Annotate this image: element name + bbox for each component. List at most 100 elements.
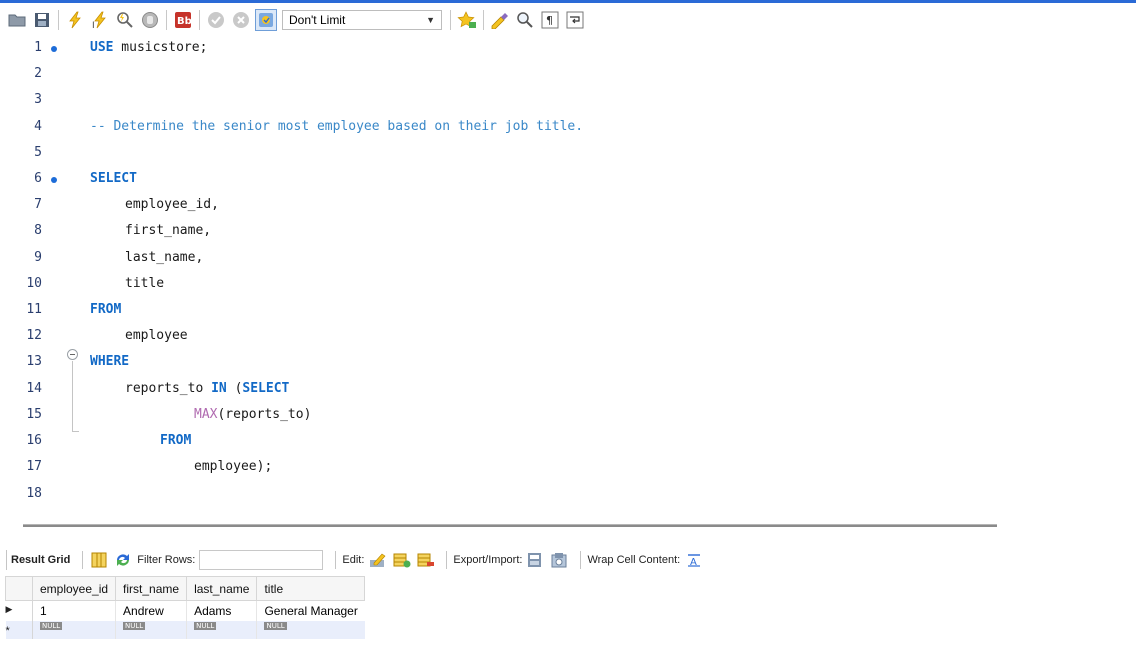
table-cell[interactable]: NULL: [115, 620, 187, 639]
toolbar-separator: [58, 10, 59, 30]
code-text: USE musicstore;: [90, 40, 208, 55]
line-number: 1: [34, 40, 42, 55]
edit-row-icon[interactable]: [368, 550, 388, 570]
editor-line: 15 MAX(reports_to): [0, 404, 1136, 430]
line-number: 8: [34, 223, 42, 238]
table-row[interactable]: ▶ 1 Andrew Adams General Manager: [5, 600, 365, 621]
find-icon[interactable]: [514, 9, 536, 31]
column-header[interactable]: employee_id: [31, 576, 117, 601]
wrap-cell-icon[interactable]: A: [684, 550, 704, 570]
line-number: 11: [26, 302, 42, 317]
null-badge: NULL: [264, 621, 287, 630]
sql-editor[interactable]: 1 USE musicstore; 2 3 4 -- Determine the…: [0, 37, 1136, 517]
table-cell[interactable]: 1: [31, 600, 116, 621]
editor-line: 14 reports_to IN (SELECT: [0, 378, 1136, 404]
explain-icon[interactable]: [114, 9, 136, 31]
execute-icon[interactable]: [64, 9, 86, 31]
null-badge: NULL: [194, 621, 217, 630]
table-cell[interactable]: NULL: [31, 620, 116, 639]
delete-row-icon[interactable]: [416, 550, 436, 570]
export-icon[interactable]: [526, 550, 546, 570]
wrap-cell-content-label: Wrap Cell Content:: [587, 554, 681, 566]
table-cell[interactable]: Andrew: [115, 600, 187, 621]
current-row-marker: ▶: [5, 600, 33, 621]
sql-editor-toolbar: I Bb Don't Limit ▼ ¶: [0, 3, 1136, 37]
editor-line: 9 last_name,: [0, 247, 1136, 273]
editor-line: 5: [0, 142, 1136, 168]
row-header-corner: [5, 576, 33, 601]
import-icon[interactable]: [550, 550, 570, 570]
toolbar-separator: [82, 551, 84, 569]
limit-rows-select[interactable]: Don't Limit ▼: [282, 10, 442, 30]
toolbar-separator: [199, 10, 200, 30]
column-header[interactable]: first_name: [115, 576, 188, 601]
line-number: 17: [26, 459, 42, 474]
code-text: title: [125, 276, 165, 291]
grid-header-row: employee_id first_name last_name title: [5, 576, 366, 601]
column-header[interactable]: last_name: [186, 576, 258, 601]
filter-rows-input[interactable]: [199, 550, 324, 570]
table-cell[interactable]: NULL: [186, 620, 257, 639]
toolbar-separator: [450, 10, 451, 30]
line-number: 2: [34, 66, 42, 81]
fold-guide-end: [72, 431, 79, 432]
line-number: 15: [26, 407, 42, 422]
toolbar-separator: [483, 10, 484, 30]
insert-row-icon[interactable]: [392, 550, 412, 570]
execute-current-icon[interactable]: I: [89, 9, 111, 31]
fold-collapse-icon[interactable]: [67, 349, 78, 360]
toolbar-separator: [580, 551, 582, 569]
editor-line: 6 SELECT: [0, 168, 1136, 194]
line-number: 18: [26, 486, 42, 501]
panel-splitter[interactable]: [23, 524, 997, 527]
toggle-error-icon[interactable]: Bb: [172, 9, 194, 31]
code-text: employee: [125, 328, 188, 343]
commit-icon[interactable]: [205, 9, 227, 31]
table-cell[interactable]: NULL: [256, 620, 365, 639]
code-text: first_name,: [125, 223, 212, 238]
code-text: reports_to IN (SELECT: [125, 381, 290, 396]
editor-line: 7 employee_id,: [0, 194, 1136, 220]
code-text: last_name,: [125, 250, 204, 265]
beautify-icon[interactable]: [489, 9, 511, 31]
limit-rows-value: Don't Limit: [289, 13, 346, 27]
code-keyword: WHERE: [90, 354, 130, 369]
export-import-label: Export/Import:: [453, 554, 523, 566]
autocommit-icon[interactable]: [255, 9, 277, 31]
open-folder-icon[interactable]: [6, 9, 28, 31]
toolbar-separator: [446, 551, 448, 569]
statement-marker-icon: [51, 177, 57, 183]
grid-view-icon[interactable]: [89, 550, 109, 570]
line-number: 7: [34, 197, 42, 212]
code-keyword: SELECT: [90, 171, 137, 186]
stop-icon[interactable]: [139, 9, 161, 31]
refresh-icon[interactable]: [113, 550, 133, 570]
editor-line: 4 -- Determine the senior most employee …: [0, 116, 1136, 142]
fold-guide: [72, 361, 73, 431]
wrap-lines-icon[interactable]: [564, 9, 586, 31]
line-number: 14: [26, 381, 42, 396]
save-icon[interactable]: [31, 9, 53, 31]
bookmark-star-icon[interactable]: [456, 9, 478, 31]
editor-line: 13 WHERE: [0, 351, 1136, 377]
rollback-icon[interactable]: [230, 9, 252, 31]
line-number: 3: [34, 92, 42, 107]
line-number: 4: [34, 119, 42, 134]
result-grid-tab[interactable]: Result Grid: [6, 550, 76, 570]
line-number: 9: [34, 250, 42, 265]
invisible-chars-icon[interactable]: ¶: [539, 9, 561, 31]
toolbar-separator: [166, 10, 167, 30]
editor-line: 3: [0, 89, 1136, 115]
table-cell[interactable]: Adams: [186, 600, 257, 621]
filter-rows-label: Filter Rows:: [137, 554, 196, 566]
toolbar-separator: [335, 551, 337, 569]
new-row[interactable]: * NULL NULL NULL NULL: [5, 620, 365, 639]
code-keyword: FROM: [160, 433, 192, 448]
null-badge: NULL: [123, 621, 146, 630]
column-header[interactable]: title: [256, 576, 366, 601]
line-number: 12: [26, 328, 42, 343]
table-cell[interactable]: General Manager: [256, 600, 365, 621]
result-grid[interactable]: employee_id first_name last_name title ▶…: [5, 576, 366, 639]
editor-line: 1 USE musicstore;: [0, 37, 1136, 63]
chevron-down-icon: ▼: [426, 15, 435, 25]
